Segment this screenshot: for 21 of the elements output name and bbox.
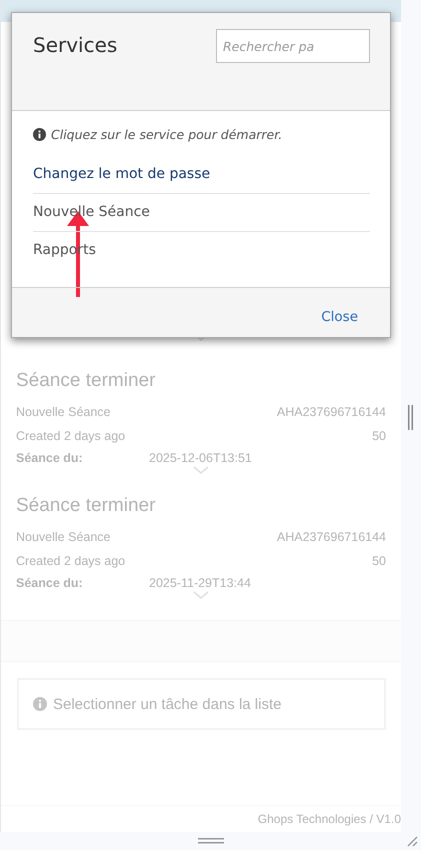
created-time: Created 2 days ago xyxy=(16,554,126,568)
session-code: AHA237696716144 xyxy=(276,405,386,419)
service-item[interactable]: Changez le mot de passe xyxy=(33,156,370,194)
session-title: Séance terminer xyxy=(16,495,156,517)
dialog-title: Services xyxy=(33,33,118,57)
session-score: 50 xyxy=(372,429,386,443)
hint-text: Cliquez sur le service pour démarrer. xyxy=(51,127,282,142)
created-time: Created 2 days ago xyxy=(16,429,126,443)
session-title: Séance terminer xyxy=(16,370,156,392)
session-date: 2025-11-29T13:44 xyxy=(149,576,251,590)
search-field[interactable]: Rechercher pa xyxy=(216,29,370,63)
session-date: 2025-12-06T13:51 xyxy=(149,451,252,465)
session-score: 50 xyxy=(372,554,386,568)
session-code: AHA237696716144 xyxy=(276,530,386,544)
footer-text: Ghops Technologies / V1.0 xyxy=(258,812,401,826)
date-label: Séance du: xyxy=(16,576,84,590)
close-button[interactable]: Close xyxy=(321,308,358,324)
service-name: Nouvelle Séance xyxy=(16,530,111,544)
date-label: Séance du: xyxy=(16,451,84,465)
service-name: Nouvelle Séance xyxy=(16,405,111,419)
empty-state-text: Selectionner un tâche dans la liste xyxy=(53,696,282,712)
